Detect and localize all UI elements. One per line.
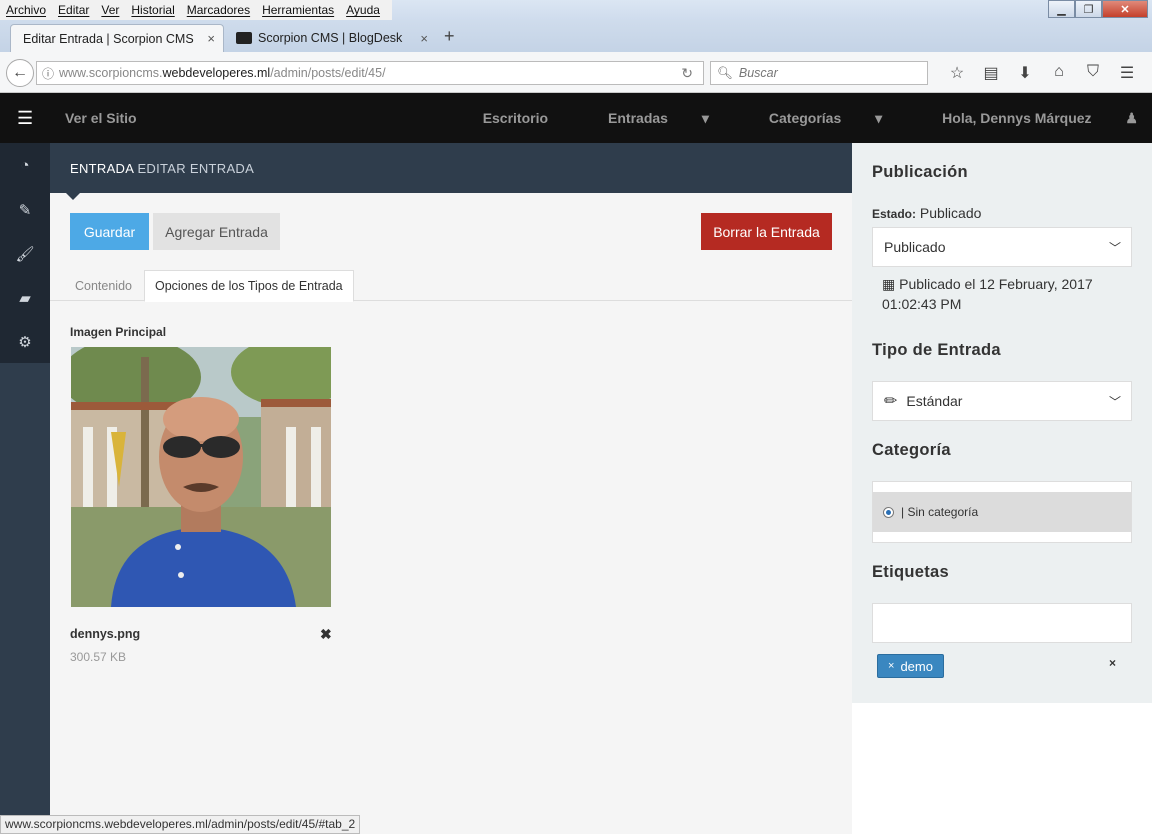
back-arrow-icon[interactable]: ← xyxy=(6,59,34,87)
pocket-icon[interactable]: ⛉ xyxy=(1076,63,1110,83)
view-site-link[interactable]: Ver el Sitio xyxy=(65,110,137,126)
nav-escritorio[interactable]: Escritorio xyxy=(483,110,548,127)
status-line: Estado: Publicado xyxy=(872,205,982,221)
add-entry-button[interactable]: Agregar Entrada xyxy=(153,213,280,250)
menu-ayuda[interactable]: Ayuda xyxy=(346,0,380,20)
edit-icon[interactable]: ✎ xyxy=(0,201,50,219)
type-select[interactable]: ✏ Estándar ﹀ xyxy=(872,381,1132,421)
delete-entry-button[interactable]: Borrar la Entrada xyxy=(701,213,832,250)
browser-tab-active[interactable]: Editar Entrada | Scorpion CMS × xyxy=(10,24,224,52)
clapperboard-icon xyxy=(236,32,252,44)
menu-editar[interactable]: Editar xyxy=(58,0,89,20)
nav-user[interactable]: Hola, Dennys Márquez ♟ xyxy=(912,110,1138,127)
sidebar-toggle-icon[interactable]: ☰ xyxy=(17,108,33,129)
brush-icon[interactable]: 🖌︎ xyxy=(0,245,50,263)
menu-bar: Archivo Editar Ver Historial Marcadores … xyxy=(0,0,1152,20)
nav-entradas[interactable]: Entradas ▾ xyxy=(578,110,709,127)
file-name: dennys.png xyxy=(70,627,141,641)
save-button[interactable]: Guardar xyxy=(70,213,149,250)
tags-input[interactable] xyxy=(872,603,1132,643)
clear-tags-icon[interactable]: × xyxy=(1109,656,1116,670)
gear-icon[interactable]: ⚙ xyxy=(0,333,50,351)
radio-button[interactable] xyxy=(883,506,894,518)
user-icon: ♟ xyxy=(1121,110,1138,126)
remove-tag-icon[interactable]: × xyxy=(888,660,894,672)
search-icon: 🔍︎ xyxy=(717,65,733,80)
search-input[interactable]: 🔍︎ Buscar xyxy=(710,61,928,85)
dashboard-icon[interactable]: ◔ xyxy=(0,157,50,174)
menu-ver[interactable]: Ver xyxy=(101,0,119,20)
minimize-button[interactable]: ▁ xyxy=(1048,0,1075,18)
published-date: ▦ Publicado el 12 February, 2017 01:02:4… xyxy=(882,276,1093,312)
reading-list-icon[interactable]: ▤ xyxy=(974,63,1008,83)
category-option[interactable]: | Sin categoría xyxy=(873,492,1131,532)
info-icon[interactable]: ⓘ xyxy=(37,65,59,82)
caret-down-icon: ▾ xyxy=(697,110,709,126)
image-label: Imagen Principal xyxy=(70,325,167,339)
tab-contenido[interactable]: Contenido xyxy=(65,270,142,301)
menu-archivo[interactable]: Archivo xyxy=(6,0,46,20)
reload-icon[interactable]: ↻ xyxy=(681,65,693,82)
page-header: ENTRADA EDITAR ENTRADA xyxy=(50,143,852,200)
type-title: Tipo de Entrada xyxy=(872,341,1001,359)
folder-open-icon[interactable]: ▰ xyxy=(0,289,50,307)
remove-image-icon[interactable]: ✖ xyxy=(320,626,332,643)
category-list: | Sin categoría xyxy=(872,481,1132,543)
status-bar: www.scorpioncms.webdeveloperes.ml/admin/… xyxy=(0,815,361,834)
browser-tab[interactable]: Scorpion CMS | BlogDesk × xyxy=(230,24,436,52)
new-tab-icon[interactable]: + xyxy=(444,26,455,47)
tag-chip[interactable]: × demo xyxy=(877,654,944,678)
file-size: 300.57 KB xyxy=(70,650,127,664)
main-content: ENTRADA EDITAR ENTRADA Guardar Agregar E… xyxy=(50,143,852,834)
featured-image xyxy=(71,347,331,607)
star-icon[interactable]: ☆ xyxy=(940,63,974,83)
right-panel: Publicación Estado: Publicado Publicado … xyxy=(852,143,1152,703)
home-icon[interactable]: ⌂ xyxy=(1042,63,1076,83)
tab-title: Scorpion CMS | BlogDesk xyxy=(258,31,403,45)
caret-down-icon: ▾ xyxy=(871,110,883,126)
cms-header: ☰ Ver el Sitio Escritorio Entradas ▾ Cat… xyxy=(0,93,1152,143)
maximize-button[interactable]: ❐ xyxy=(1075,0,1102,18)
tab-close-icon[interactable]: × xyxy=(207,31,215,46)
url-text: www.scorpioncms.webdeveloperes.ml/admin/… xyxy=(59,66,386,80)
navigation-bar: ← ⓘ www.scorpioncms.webdeveloperes.ml/ad… xyxy=(0,52,1152,93)
search-placeholder: Buscar xyxy=(738,66,778,80)
close-window-button[interactable]: ✕ xyxy=(1102,0,1148,18)
pencil-icon: ✏ xyxy=(884,393,898,410)
tab-opciones[interactable]: Opciones de los Tipos de Entrada xyxy=(144,270,354,302)
tab-close-icon[interactable]: × xyxy=(420,31,428,46)
menu-marcadores[interactable]: Marcadores xyxy=(187,0,250,20)
tags-title: Etiquetas xyxy=(872,563,949,581)
download-icon[interactable]: ⬇ xyxy=(1008,63,1042,83)
chevron-down-icon: ﹀ xyxy=(1108,241,1121,255)
left-sidebar: ◔ ✎ 🖌︎ ▰ ⚙ xyxy=(0,143,50,834)
breadcrumb: ENTRADA EDITAR ENTRADA xyxy=(70,161,255,176)
calendar-icon: ▦ xyxy=(882,276,896,292)
category-title: Categoría xyxy=(872,441,951,459)
menu-herramientas[interactable]: Herramientas xyxy=(262,0,334,20)
content-tabs: Contenido Opciones de los Tipos de Entra… xyxy=(50,270,852,302)
hamburger-menu-icon[interactable]: ☰ xyxy=(1110,63,1144,83)
tab-title: Editar Entrada | Scorpion CMS xyxy=(23,31,194,46)
menu-historial[interactable]: Historial xyxy=(131,0,174,20)
nav-categorias[interactable]: Categorías ▾ xyxy=(739,110,882,127)
chevron-down-icon: ﹀ xyxy=(1108,395,1121,409)
publish-title: Publicación xyxy=(872,163,968,181)
status-select[interactable]: Publicado ﹀ xyxy=(872,227,1132,267)
url-bar[interactable]: ⓘ www.scorpioncms.webdeveloperes.ml/admi… xyxy=(36,61,704,85)
tab-strip: Editar Entrada | Scorpion CMS × Scorpion… xyxy=(0,20,1152,52)
